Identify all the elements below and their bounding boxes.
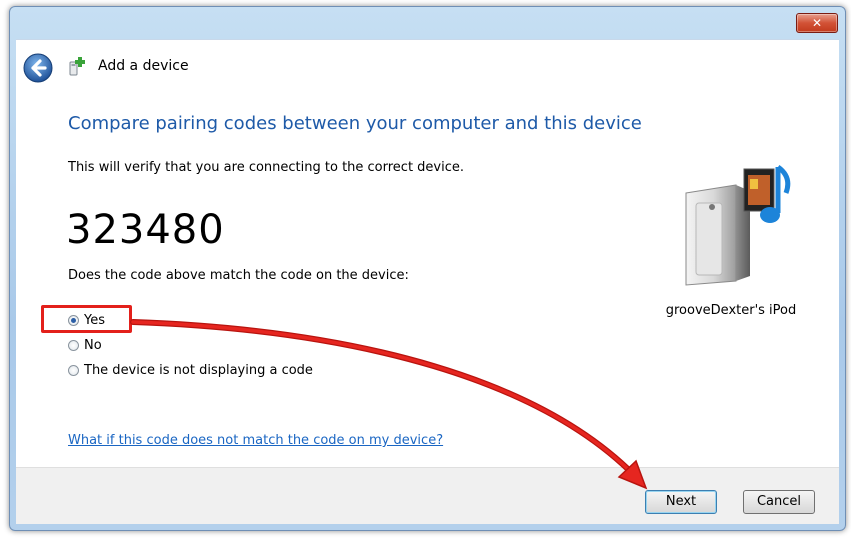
navigation-bar: Add a device <box>16 39 839 94</box>
window-title: Add a device <box>98 58 189 74</box>
page-description: This will verify that you are connecting… <box>68 160 465 175</box>
radio-no[interactable] <box>68 339 79 351</box>
pairing-code: 323480 <box>66 207 225 253</box>
yes-highlight-annotation <box>41 305 132 333</box>
close-icon: ✕ <box>811 16 823 30</box>
device-name: grooveDexter's iPod <box>665 303 797 318</box>
next-button[interactable]: Next <box>645 490 717 514</box>
add-device-window: ✕ Add a device Compare pairing codes bet… <box>9 6 846 531</box>
button-bar: Next Cancel <box>16 467 839 524</box>
media-device-icon <box>685 164 791 286</box>
radio-no-code[interactable] <box>68 364 79 376</box>
match-question: Does the code above match the code on th… <box>68 268 409 283</box>
option-no-code-label: The device is not displaying a code <box>84 362 313 378</box>
add-device-icon <box>69 57 85 76</box>
help-link[interactable]: What if this code does not match the cod… <box>68 433 443 448</box>
cancel-button[interactable]: Cancel <box>743 490 815 514</box>
title-bar: ✕ <box>10 7 845 43</box>
main-content: Compare pairing codes between your compu… <box>16 93 839 467</box>
close-button[interactable]: ✕ <box>796 13 838 33</box>
option-no-label: No <box>84 337 102 353</box>
back-arrow-icon[interactable] <box>23 53 53 83</box>
option-no-code[interactable]: The device is not displaying a code <box>68 360 313 380</box>
page-heading: Compare pairing codes between your compu… <box>68 113 642 134</box>
option-no[interactable]: No <box>68 335 102 355</box>
